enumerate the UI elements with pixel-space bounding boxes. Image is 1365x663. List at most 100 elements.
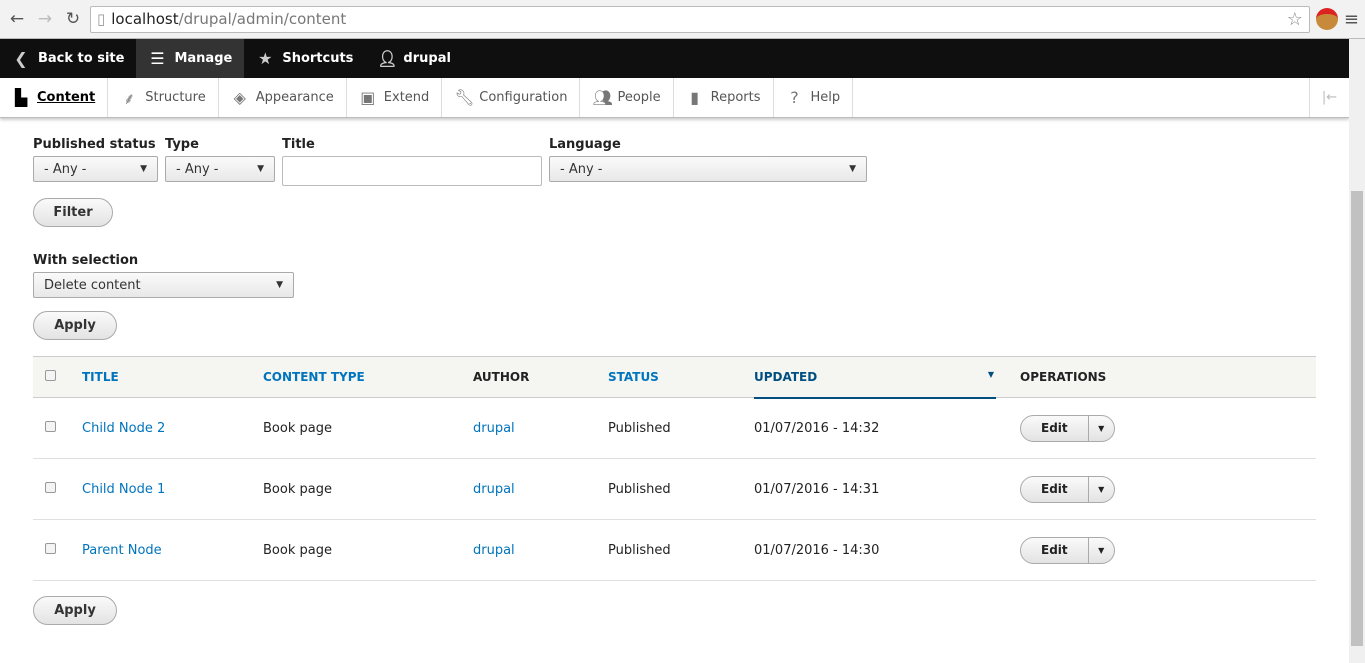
updated: 01/07/2016 - 14:31 — [754, 458, 996, 520]
published-status-select[interactable]: - Any - ▼ — [33, 156, 158, 182]
chevron-down-icon: ▼ — [140, 164, 147, 174]
url-host: localhost — [111, 10, 179, 28]
header-operations: OPERATIONS — [996, 356, 1316, 398]
operations-dropbutton: Edit ▼ — [1020, 536, 1115, 564]
table-row: Parent Node Book page drupal Published 0… — [33, 519, 1316, 581]
address-bar[interactable]: ▯ localhost/drupal/admin/content ☆ — [90, 5, 1310, 33]
language-select[interactable]: - Any - ▼ — [549, 156, 867, 182]
updated: 01/07/2016 - 14:30 — [754, 519, 996, 581]
select-value: - Any - — [176, 161, 219, 177]
sitemap-icon: ⸙ — [123, 88, 136, 108]
tray-label: Appearance — [255, 90, 334, 105]
table-row: Child Node 1 Book page drupal Published … — [33, 458, 1316, 520]
edit-button[interactable]: Edit — [1021, 415, 1089, 441]
chevron-left-circle-icon: ❮ — [14, 49, 28, 68]
language-label: Language — [549, 137, 621, 152]
collapse-tray-icon[interactable]: |← — [1309, 78, 1349, 117]
tray-appearance[interactable]: ◈ Appearance — [219, 78, 347, 117]
content-table: TITLE CONTENT TYPE AUTHOR STATUS UPDATED… — [33, 356, 1316, 581]
tray-content[interactable]: ▙ Content — [0, 78, 109, 117]
people-icon: 👥︎ — [592, 88, 613, 107]
edit-button[interactable]: Edit — [1021, 537, 1089, 563]
edit-button[interactable]: Edit — [1021, 476, 1089, 502]
type-label: Type — [165, 137, 199, 152]
tray-extend[interactable]: ▣ Extend — [347, 78, 443, 117]
title-link[interactable]: Child Node 2 — [82, 421, 165, 436]
shortcuts-tab[interactable]: ★ Shortcuts — [244, 39, 365, 78]
header-updated[interactable]: UPDATED ▼ — [754, 356, 996, 399]
type-select[interactable]: - Any - ▼ — [165, 156, 275, 182]
extension-icon[interactable] — [1315, 8, 1338, 30]
scrollbar-thumb[interactable] — [1351, 191, 1363, 646]
content-type: Book page — [263, 397, 473, 459]
page-icon: ▯ — [97, 10, 106, 28]
tray-people[interactable]: 👥︎ People — [580, 78, 674, 117]
header-title[interactable]: TITLE — [82, 356, 263, 398]
select-value: Delete content — [44, 277, 141, 293]
star-icon: ★ — [258, 49, 273, 68]
row-checkbox[interactable] — [45, 542, 56, 554]
author-link[interactable]: drupal — [473, 421, 515, 436]
bar-chart-icon: ▮ — [690, 88, 700, 107]
header-updated-label: UPDATED — [754, 369, 818, 384]
user-tab[interactable]: 👤︎ drupal — [365, 39, 463, 78]
tray-help[interactable]: ? Help — [774, 78, 854, 117]
reload-icon[interactable]: ↻ — [62, 9, 84, 29]
wrench-icon: 🔧︎ — [454, 88, 475, 107]
chevron-down-icon: ▼ — [849, 164, 856, 174]
chevron-down-icon[interactable]: ▼ — [1089, 477, 1114, 502]
user-icon: 👤︎ — [377, 49, 398, 68]
shortcuts-label: Shortcuts — [282, 51, 354, 66]
manage-label: Manage — [174, 51, 233, 66]
tray-label: People — [617, 90, 661, 105]
filters: Published status - Any - ▼ Type - Any - ▼ … — [33, 137, 1316, 186]
header-status[interactable]: STATUS — [608, 356, 754, 398]
help-icon: ? — [790, 88, 799, 107]
tray-label: Structure — [145, 90, 206, 105]
chevron-down-icon: ▼ — [257, 164, 264, 174]
hamburger-icon: ☰ — [150, 49, 165, 68]
puzzle-icon: ▣ — [360, 88, 376, 107]
operations-dropbutton: Edit ▼ — [1020, 475, 1115, 503]
tray-configuration[interactable]: 🔧︎ Configuration — [442, 78, 581, 117]
back-to-site[interactable]: ❮ Back to site — [0, 39, 136, 78]
paintbrush-icon: ◈ — [233, 88, 246, 107]
author-link[interactable]: drupal — [473, 482, 515, 497]
status: Published — [608, 458, 754, 520]
author-link[interactable]: drupal — [473, 543, 515, 558]
filter-button[interactable]: Filter — [33, 198, 113, 227]
apply-button-bottom[interactable]: Apply — [33, 596, 117, 625]
title-link[interactable]: Child Node 1 — [82, 482, 165, 497]
bookmark-star-icon[interactable]: ☆ — [1287, 9, 1303, 30]
bulk-action-select[interactable]: Delete content ▼ — [33, 272, 294, 298]
with-selection-label: With selection — [33, 253, 139, 268]
status: Published — [608, 519, 754, 581]
select-all-checkbox[interactable] — [45, 370, 56, 381]
url-path: /drupal/admin/content — [178, 10, 347, 28]
status: Published — [608, 397, 754, 459]
title-input[interactable] — [282, 156, 542, 186]
chevron-down-icon[interactable]: ▼ — [1089, 416, 1114, 441]
chevron-down-icon[interactable]: ▼ — [1089, 538, 1114, 563]
operations-dropbutton: Edit ▼ — [1020, 414, 1115, 442]
apply-button[interactable]: Apply — [33, 311, 117, 340]
title-link[interactable]: Parent Node — [82, 543, 162, 558]
tray-label: Extend — [383, 90, 430, 105]
chevron-down-icon: ▼ — [276, 280, 283, 290]
row-checkbox[interactable] — [45, 481, 56, 493]
forward-icon[interactable]: → — [34, 9, 56, 29]
manage-tab[interactable]: ☰ Manage — [136, 39, 245, 78]
scrollbar[interactable] — [1349, 39, 1365, 663]
row-checkbox[interactable] — [45, 420, 56, 432]
file-icon: ▙ — [14, 88, 28, 107]
table-row: Child Node 2 Book page drupal Published … — [33, 397, 1316, 459]
content-type: Book page — [263, 458, 473, 520]
browser-bar: ← → ↻ ▯ localhost/drupal/admin/content ☆… — [0, 0, 1365, 39]
tray-structure[interactable]: ⸙ Structure — [108, 78, 219, 117]
tray-reports[interactable]: ▮ Reports — [674, 78, 774, 117]
back-icon[interactable]: ← — [6, 9, 28, 29]
sort-desc-icon: ▼ — [987, 369, 994, 379]
header-content-type[interactable]: CONTENT TYPE — [263, 356, 473, 398]
browser-menu-icon[interactable]: ≡ — [1344, 9, 1359, 30]
tray-label: Configuration — [479, 90, 568, 105]
